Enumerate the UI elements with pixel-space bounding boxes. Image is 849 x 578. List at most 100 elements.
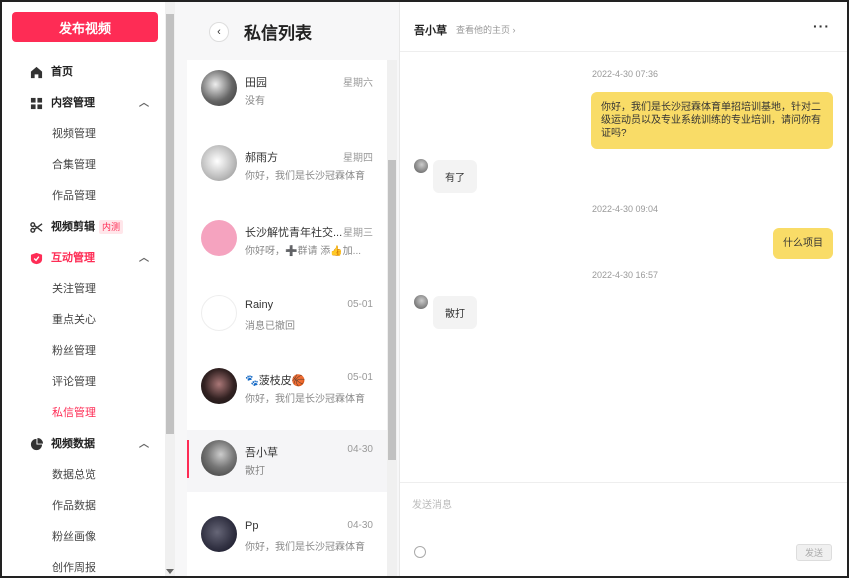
conversation-name: 吾小草 (245, 447, 278, 459)
message-composer: 发送 (400, 482, 847, 576)
pie-chart-icon (30, 438, 43, 451)
conversation-item[interactable]: 长沙解忧青年社交... 星期三 你好呀，➕群请 添👍加... (187, 210, 387, 272)
sidebar-item-message-management[interactable]: 私信管理 (2, 398, 165, 429)
avatar (414, 159, 428, 173)
sidebar-item-key-care[interactable]: 重点关心 (2, 305, 165, 336)
conversation-time: 04-30 (347, 444, 373, 455)
sidebar-item-label: 粉丝管理 (52, 345, 96, 357)
scroll-down-arrow-icon[interactable] (166, 569, 174, 574)
incoming-message: 有了 (433, 160, 477, 193)
chat-pane: 吾小草 查看他的主页 › ··· 2022-4-30 07:36 你好，我们是长… (399, 2, 847, 576)
sidebar-item-label: 私信管理 (52, 407, 96, 419)
conversation-item[interactable]: 🐾菠枝皮🏀 05-01 你好，我们是长沙冠霖体育 (187, 358, 387, 420)
conversation-name: 长沙解忧青年社交... (245, 227, 343, 239)
home-icon (30, 66, 43, 79)
conversation-name: 🐾菠枝皮🏀 (245, 375, 306, 387)
sidebar-item-follow-management[interactable]: 关注管理 (2, 274, 165, 305)
avatar (201, 368, 237, 404)
sidebar-item-works-management[interactable]: 作品管理 (2, 181, 165, 212)
sidebar-item-label: 内容管理 (51, 97, 95, 109)
chevron-up-icon: ︿ (139, 98, 149, 109)
sidebar-item-collection-management[interactable]: 合集管理 (2, 150, 165, 181)
avatar (201, 440, 237, 476)
conversation-preview: 没有 (245, 96, 265, 107)
chevron-up-icon: ︿ (139, 439, 149, 450)
conversation-preview: 你好，我们是长沙冠霖体育 (245, 171, 365, 182)
send-button[interactable]: 发送 (796, 544, 832, 561)
avatar (201, 145, 237, 181)
avatar (201, 220, 237, 256)
conversation-preview: 你好，我们是长沙冠霖体育 (245, 394, 365, 405)
publish-video-button[interactable]: 发布视频 (12, 12, 158, 42)
conversation-time: 05-01 (347, 372, 373, 383)
app-window: 发布视频 首页 内容管理 ︿ 视频管理 合集管理 作品管理 视频剪辑 内测 互动管… (0, 0, 849, 578)
sidebar-item-data-overview[interactable]: 数据总览 (2, 460, 165, 491)
conversation-time: 05-01 (347, 299, 373, 310)
sidebar-scrollbar-thumb[interactable] (166, 14, 174, 434)
conversation-preview: 你好，我们是长沙冠霖体育 (245, 542, 365, 553)
sidebar-item-label: 数据总览 (52, 469, 96, 481)
sidebar-item-label: 互动管理 (51, 252, 95, 264)
sidebar-item-fan-management[interactable]: 粉丝管理 (2, 336, 165, 367)
chat-header: 吾小草 查看他的主页 › ··· (400, 2, 847, 52)
sidebar-item-video-data[interactable]: 视频数据 ︿ (2, 429, 165, 460)
conversation-list: 田园 星期六 没有 郝雨方 星期四 你好，我们是长沙冠霖体育 长沙解忧青年社交.… (187, 60, 387, 576)
conversation-list-scrollbar[interactable] (387, 60, 397, 576)
conversation-item-active[interactable]: 吾小草 04-30 散打 (187, 430, 387, 492)
incoming-message: 散打 (433, 296, 477, 329)
conversation-name: 田园 (245, 77, 267, 89)
sidebar-nav: 首页 内容管理 ︿ 视频管理 合集管理 作品管理 视频剪辑 内测 互动管理 ︿ 关… (2, 57, 165, 576)
avatar (201, 70, 237, 106)
sidebar-item-label: 首页 (51, 66, 73, 78)
sidebar-item-works-data[interactable]: 作品数据 (2, 491, 165, 522)
interaction-icon (30, 252, 43, 265)
sidebar-item-label: 作品管理 (52, 190, 96, 202)
sidebar: 发布视频 首页 内容管理 ︿ 视频管理 合集管理 作品管理 视频剪辑 内测 互动管… (2, 2, 165, 576)
conversation-item[interactable]: 田园 星期六 没有 (187, 60, 387, 122)
conversation-name: 郝雨方 (245, 152, 278, 164)
sidebar-item-label: 粉丝画像 (52, 531, 96, 543)
view-homepage-link[interactable]: 查看他的主页 › (456, 23, 516, 36)
grid-icon (30, 97, 43, 110)
conversation-preview: 散打 (245, 466, 265, 477)
sidebar-item-interaction-management[interactable]: 互动管理 ︿ (2, 243, 165, 274)
sidebar-scrollbar[interactable] (165, 2, 175, 576)
outgoing-message: 你好，我们是长沙冠霖体育单招培训基地，针对二级运动员以及专业系统训练的专业培训，… (591, 92, 833, 149)
message-timestamp: 2022-4-30 16:57 (591, 270, 659, 280)
conversation-name: Rainy (245, 299, 274, 311)
sidebar-item-label: 关注管理 (52, 283, 96, 295)
sidebar-item-label: 合集管理 (52, 159, 96, 171)
conversation-item[interactable]: Pp 04-30 你好，我们是长沙冠霖体育 (187, 506, 387, 568)
sidebar-item-label: 重点关心 (52, 314, 96, 326)
more-options-button[interactable]: ··· (813, 18, 830, 34)
message-input[interactable] (412, 495, 832, 515)
conversation-time: 星期四 (343, 153, 373, 164)
message-list-pane: ‹ 私信列表 田园 星期六 没有 郝雨方 星期四 你好，我们是长沙冠霖体育 长沙… (175, 2, 399, 576)
sidebar-item-label: 视频剪辑 (51, 221, 95, 233)
avatar (201, 295, 237, 331)
back-button[interactable]: ‹ (209, 22, 229, 42)
sidebar-item-content-management[interactable]: 内容管理 ︿ (2, 88, 165, 119)
sidebar-item-weekly-report[interactable]: 创作周报 (2, 553, 165, 576)
conversation-name: Pp (245, 520, 259, 532)
scissors-icon (30, 222, 43, 233)
sidebar-item-label: 视频数据 (51, 438, 95, 450)
conversation-item[interactable]: Rainy 05-01 消息已撤回 (187, 285, 387, 347)
avatar (414, 295, 428, 309)
conversation-list-scrollbar-thumb[interactable] (388, 160, 396, 460)
message-timestamp: 2022-4-30 09:04 (591, 204, 659, 214)
emoji-icon[interactable] (414, 546, 426, 558)
conversation-item[interactable]: 郝雨方 星期四 你好，我们是长沙冠霖体育 (187, 135, 387, 197)
chat-contact-name: 吾小草 (414, 25, 447, 37)
sidebar-item-video-management[interactable]: 视频管理 (2, 119, 165, 150)
conversation-preview: 你好呀，➕群请 添👍加... (245, 246, 362, 257)
sidebar-item-fan-portrait[interactable]: 粉丝画像 (2, 522, 165, 553)
sidebar-item-video-editing[interactable]: 视频剪辑 内测 (2, 212, 165, 243)
avatar (201, 516, 237, 552)
message-timestamp: 2022-4-30 07:36 (591, 69, 659, 79)
beta-badge: 内测 (99, 220, 124, 235)
sidebar-item-home[interactable]: 首页 (2, 57, 165, 88)
sidebar-item-comment-management[interactable]: 评论管理 (2, 367, 165, 398)
conversation-preview: 消息已撤回 (245, 321, 295, 332)
conversation-time: 星期六 (343, 78, 373, 89)
